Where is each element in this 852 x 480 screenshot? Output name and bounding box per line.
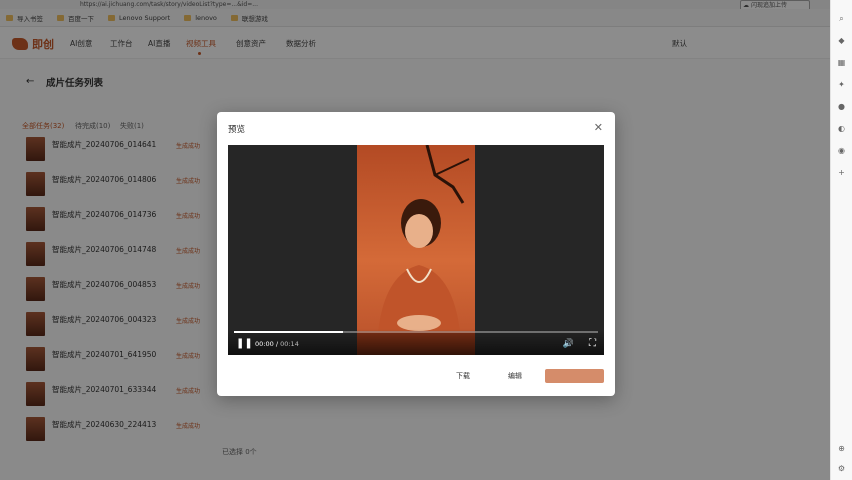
video-player[interactable]: ❚❚ 00:00 / 00:14 🔊 ⛶ xyxy=(228,145,604,355)
video-frame xyxy=(357,145,475,355)
download-button[interactable]: 下载 xyxy=(451,369,475,383)
bookmark-icon[interactable]: ◆ xyxy=(837,36,846,45)
add-icon[interactable]: + xyxy=(837,168,846,177)
video-content-illustration xyxy=(357,145,475,355)
browser-sidebar: ⌕ ◆ ▦ ✦ ● ◐ ◉ + ⊕ ⚙ xyxy=(830,0,852,480)
player-controls: ❚❚ 00:00 / 00:14 🔊 ⛶ xyxy=(228,329,604,355)
preview-dialog: 预览 ✕ ❚❚ 00:00 / 00:14 🔊 ⛶ 下载 编辑 xyxy=(217,112,615,396)
fullscreen-icon[interactable]: ⛶ xyxy=(589,338,596,349)
duration: 00:14 xyxy=(280,340,299,348)
extension-icon[interactable]: ⊕ xyxy=(837,444,846,453)
time-display: 00:00 / 00:14 xyxy=(255,340,299,348)
more-icon[interactable]: ◉ xyxy=(837,146,846,155)
pause-icon[interactable]: ❚❚ xyxy=(236,339,253,349)
tools-icon[interactable]: ✦ xyxy=(837,80,846,89)
progress-fill xyxy=(234,331,344,333)
progress-bar[interactable] xyxy=(234,331,598,333)
settings-icon[interactable]: ⚙ xyxy=(837,464,846,473)
search-icon[interactable]: ⌕ xyxy=(837,14,846,23)
time-separator: / xyxy=(275,340,279,348)
office-icon[interactable]: ◐ xyxy=(837,124,846,133)
volume-icon[interactable]: 🔊 xyxy=(563,339,574,349)
edit-button[interactable]: 编辑 xyxy=(505,369,525,383)
close-icon[interactable]: ✕ xyxy=(594,121,603,134)
outlook-icon[interactable]: ● xyxy=(837,102,846,111)
apps-icon[interactable]: ▦ xyxy=(837,58,846,67)
confirm-button[interactable] xyxy=(545,369,604,383)
current-time: 00:00 xyxy=(255,340,274,348)
dialog-title: 预览 xyxy=(228,125,246,135)
